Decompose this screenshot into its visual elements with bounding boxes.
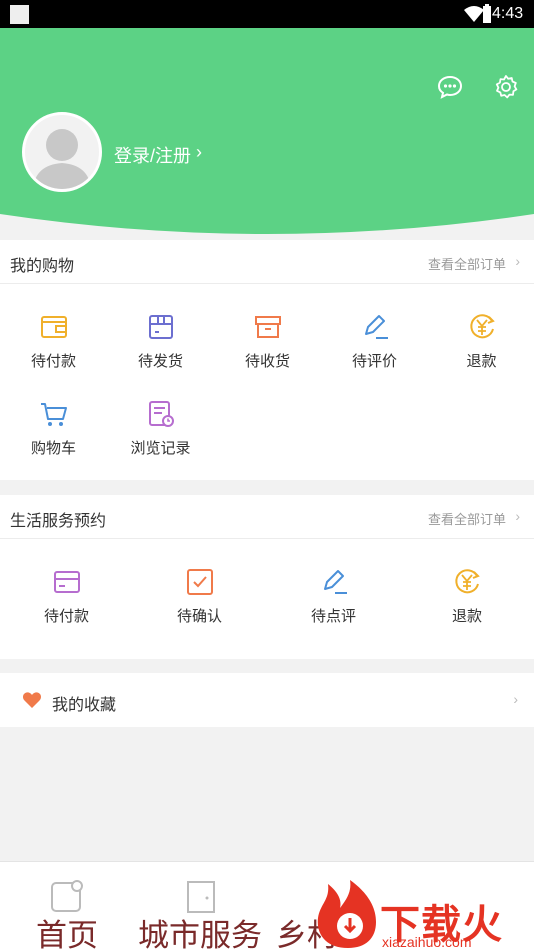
- my-favorites-row[interactable]: 我的收藏 ›: [0, 673, 534, 727]
- profile-header: 登录/注册 ›: [0, 28, 534, 240]
- order-pending-shipment[interactable]: 待发货: [107, 312, 214, 371]
- package-icon: [254, 316, 281, 338]
- box-icon: [148, 315, 173, 339]
- chevron-right-icon: ›: [513, 691, 518, 707]
- avatar[interactable]: [22, 112, 102, 192]
- wallet-icon: [40, 316, 67, 338]
- door-icon[interactable]: [186, 880, 216, 914]
- services-section-header: 生活服务预约 查看全部订单 ›: [0, 495, 534, 539]
- browsing-history[interactable]: 浏览记录: [107, 399, 214, 458]
- order-refund[interactable]: 退款: [428, 312, 534, 371]
- default-avatar-icon: [33, 129, 91, 189]
- order-pending-review[interactable]: 待评价: [321, 312, 428, 371]
- card-icon: [53, 571, 80, 593]
- service-pending-confirm[interactable]: 待确认: [133, 567, 266, 626]
- chevron-right-icon: ›: [196, 142, 202, 162]
- shopping-grid: 待付款 待发货 待收货 待评价 退款 购物车 浏览记录: [0, 284, 534, 480]
- view-all-orders-link[interactable]: 查看全部订单: [428, 509, 506, 528]
- heart-icon: [22, 692, 42, 708]
- notification-icon: [10, 5, 29, 24]
- bottom-tab-bar: 首页 城市服务 乡村 下载火 xiazaihuo.com: [0, 861, 534, 949]
- order-pending-receipt[interactable]: 待收货: [214, 312, 321, 371]
- services-grid: 待付款 待确认 待点评 退款: [0, 539, 534, 659]
- watermark-flame-logo: [317, 880, 376, 948]
- section-title: 生活服务预约: [10, 513, 107, 530]
- history-icon: [148, 401, 174, 427]
- favorites-label: 我的收藏: [52, 697, 117, 714]
- chevron-right-icon: ›: [515, 508, 520, 524]
- pen-icon: [364, 315, 388, 339]
- chat-bubble-icon[interactable]: [437, 74, 463, 100]
- battery-icon: [483, 4, 491, 23]
- status-bar: 4:43: [0, 0, 534, 28]
- cart-icon: [40, 403, 67, 426]
- status-time: 4:43: [492, 5, 524, 22]
- checkbox-icon: [186, 569, 213, 595]
- section-title: 我的购物: [10, 258, 75, 275]
- view-all-orders-link[interactable]: 查看全部订单: [428, 254, 506, 273]
- service-pending-review[interactable]: 待点评: [267, 567, 400, 626]
- shopping-section-header: 我的购物 查看全部订单 ›: [0, 240, 534, 284]
- pen-icon: [323, 570, 347, 594]
- shopping-cart[interactable]: 购物车: [0, 399, 107, 458]
- login-register-link[interactable]: 登录/注册: [114, 142, 191, 168]
- home-icon[interactable]: [50, 880, 84, 914]
- watermark-url: xiazaihuo.com: [382, 934, 472, 949]
- yen-refund-icon: [469, 314, 495, 339]
- order-pending-payment[interactable]: 待付款: [0, 312, 107, 371]
- yen-refund-icon: [455, 569, 480, 594]
- service-pending-payment[interactable]: 待付款: [0, 567, 133, 626]
- chevron-right-icon: ›: [515, 253, 520, 269]
- tab-home-label[interactable]: 首页: [36, 910, 98, 949]
- tab-city-services-label[interactable]: 城市服务: [138, 910, 262, 949]
- gear-icon[interactable]: [493, 74, 519, 100]
- service-refund[interactable]: 退款: [400, 567, 534, 626]
